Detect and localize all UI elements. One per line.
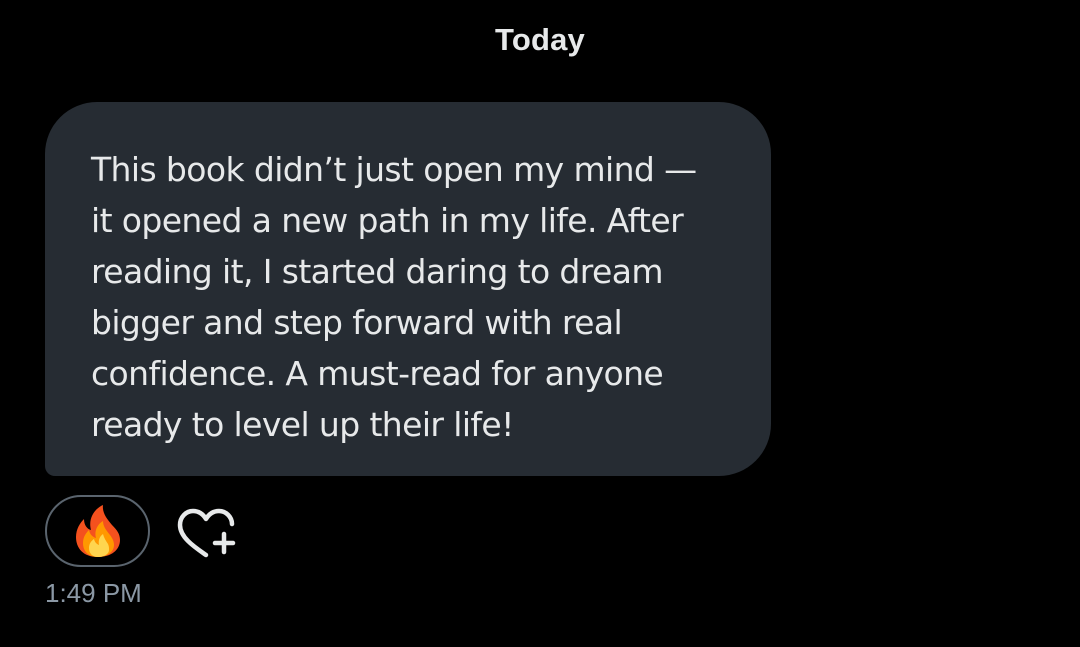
message-text: This book didn’t just open my mind — it …	[91, 144, 751, 450]
message-line: it opened a new path in my life. After	[91, 201, 684, 240]
message-bubble[interactable]: This book didn’t just open my mind — it …	[45, 102, 771, 476]
message-timestamp: 1:49 PM	[45, 578, 142, 608]
message-line: ready to level up their life!	[91, 405, 514, 444]
fire-emoji-icon: 🔥	[75, 505, 120, 557]
add-reaction-button[interactable]	[174, 505, 240, 561]
reaction-pill[interactable]: 🔥	[45, 495, 150, 567]
message-line: bigger and step forward with real	[91, 303, 623, 342]
message-line: confidence. A must-read for anyone	[91, 354, 664, 393]
message-line: This book didn’t just open my mind —	[91, 150, 697, 189]
heart-plus-icon	[177, 508, 236, 558]
date-separator: Today	[495, 22, 585, 57]
message-line: reading it, I started daring to dream	[91, 252, 663, 291]
